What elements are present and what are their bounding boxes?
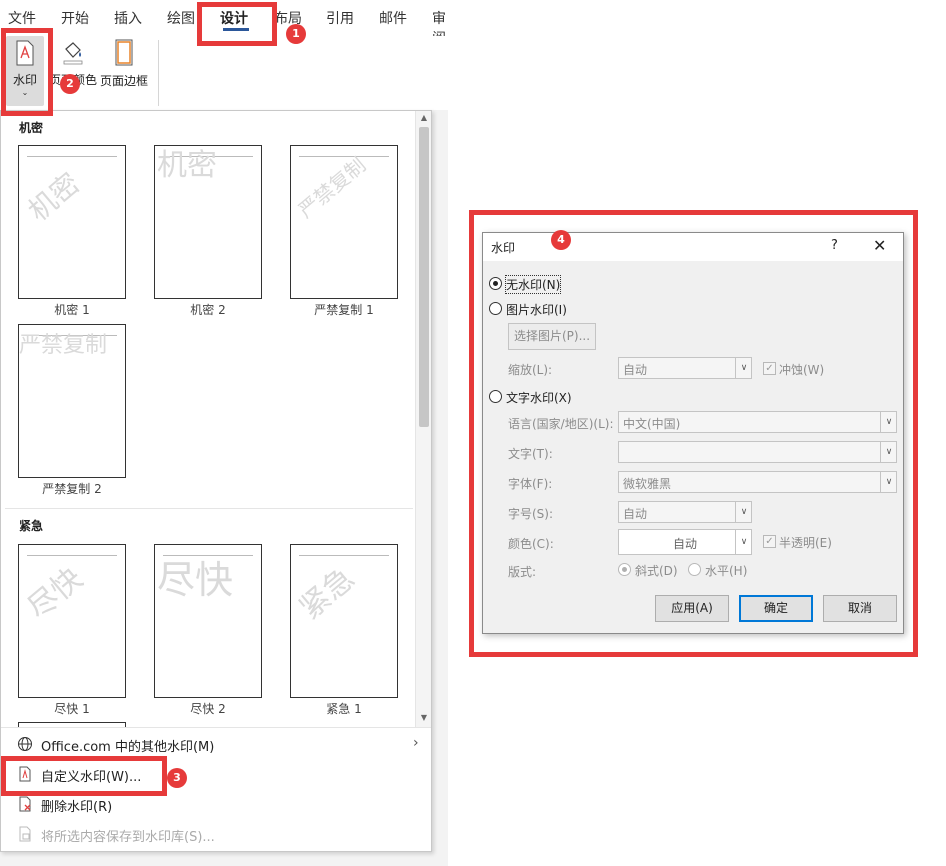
gallery-menu-divider xyxy=(1,727,431,728)
thumb-watermark-text: 尽快 xyxy=(157,558,234,602)
thumb-caption: 机密 2 xyxy=(190,303,226,317)
thumb-caption: 紧急 1 xyxy=(326,702,362,716)
scroll-up-icon[interactable]: ▲ xyxy=(416,111,432,125)
menu-more-watermarks[interactable]: Office.com 中的其他水印(M) › xyxy=(1,729,431,759)
step-badge-3: 3 xyxy=(167,768,187,788)
watermark-thumb-do-not-copy-1[interactable]: 严禁复制 xyxy=(290,145,398,299)
thumb-caption: 尽快 2 xyxy=(190,702,226,716)
step-badge-2: 2 xyxy=(60,74,80,94)
watermark-thumb-asap-2[interactable]: 尽快 xyxy=(154,544,262,698)
thumb-caption: 机密 1 xyxy=(54,303,90,317)
gallery-section-title: 紧急 xyxy=(19,519,44,533)
remove-watermark-icon xyxy=(19,796,31,812)
highlight-custom-watermark xyxy=(1,756,167,796)
ribbon-page-background-group: 水印 ⌄ 页面颜色 页面边框 xyxy=(0,36,448,110)
save-watermark-icon xyxy=(19,826,31,842)
gallery-section-title: 机密 xyxy=(19,121,44,135)
chevron-right-icon: › xyxy=(413,735,419,751)
page-border-icon xyxy=(115,39,133,66)
tab-home[interactable]: 开始 xyxy=(61,8,89,28)
thumb-watermark-text: 尽快 xyxy=(21,560,90,627)
thumb-watermark-text: 严禁复制 xyxy=(19,333,108,358)
thumb-header-line xyxy=(299,555,389,556)
tab-mailings[interactable]: 邮件 xyxy=(379,8,407,28)
menu-label: Office.com 中的其他水印(M) xyxy=(41,740,215,755)
ribbon-divider xyxy=(158,40,159,106)
thumb-watermark-text: 机密 xyxy=(21,166,87,228)
gallery-divider xyxy=(5,508,413,509)
watermark-thumb-do-not-copy-2[interactable]: 严禁复制 xyxy=(18,324,126,478)
watermark-thumb-asap-1[interactable]: 尽快 xyxy=(18,544,126,698)
thumb-watermark-text: 机密 xyxy=(157,148,217,183)
menu-label: 删除水印(R) xyxy=(41,800,113,815)
document-background-bottom xyxy=(0,852,448,866)
tab-draw[interactable]: 绘图 xyxy=(167,8,195,28)
thumb-caption: 严禁复制 1 xyxy=(314,303,374,317)
thumb-caption: 尽快 1 xyxy=(54,702,90,716)
thumb-header-line xyxy=(27,156,117,157)
scroll-thumb[interactable] xyxy=(419,127,429,427)
highlight-watermark-dialog xyxy=(469,210,918,657)
globe-icon xyxy=(18,737,32,751)
scroll-down-icon[interactable]: ▼ xyxy=(416,711,432,725)
menu-label: 将所选内容保存到水印库(S)... xyxy=(41,830,215,845)
tab-references[interactable]: 引用 xyxy=(326,8,354,28)
watermark-thumb-confidential-1[interactable]: 机密 xyxy=(18,145,126,299)
paint-bucket-icon xyxy=(63,42,83,65)
gallery-scrollbar[interactable]: ▲ ▼ xyxy=(415,111,431,727)
watermark-gallery: 机密 机密 机密 1 机密 机密 2 严禁复制 严禁复制 1 严禁复制 严禁复制… xyxy=(0,110,432,852)
highlight-watermark-button xyxy=(1,28,53,116)
page-border-button[interactable]: 页面边框 xyxy=(98,36,150,89)
thumb-header-line xyxy=(27,555,117,556)
step-badge-4: 4 xyxy=(551,230,571,250)
watermark-thumb-urgent-1[interactable]: 紧急 xyxy=(290,544,398,698)
menu-save-to-gallery[interactable]: 将所选内容保存到水印库(S)... xyxy=(1,819,431,849)
step-badge-1: 1 xyxy=(286,24,306,44)
thumb-watermark-text: 紧急 xyxy=(293,560,362,627)
watermark-thumb-confidential-2[interactable]: 机密 xyxy=(154,145,262,299)
thumb-caption: 严禁复制 2 xyxy=(42,482,102,496)
page-border-label: 页面边框 xyxy=(99,74,148,88)
tab-insert[interactable]: 插入 xyxy=(114,8,142,28)
highlight-design-tab xyxy=(197,2,277,46)
tab-file[interactable]: 文件 xyxy=(8,8,36,28)
document-background xyxy=(432,110,448,866)
thumb-watermark-text: 严禁复制 xyxy=(293,152,371,223)
